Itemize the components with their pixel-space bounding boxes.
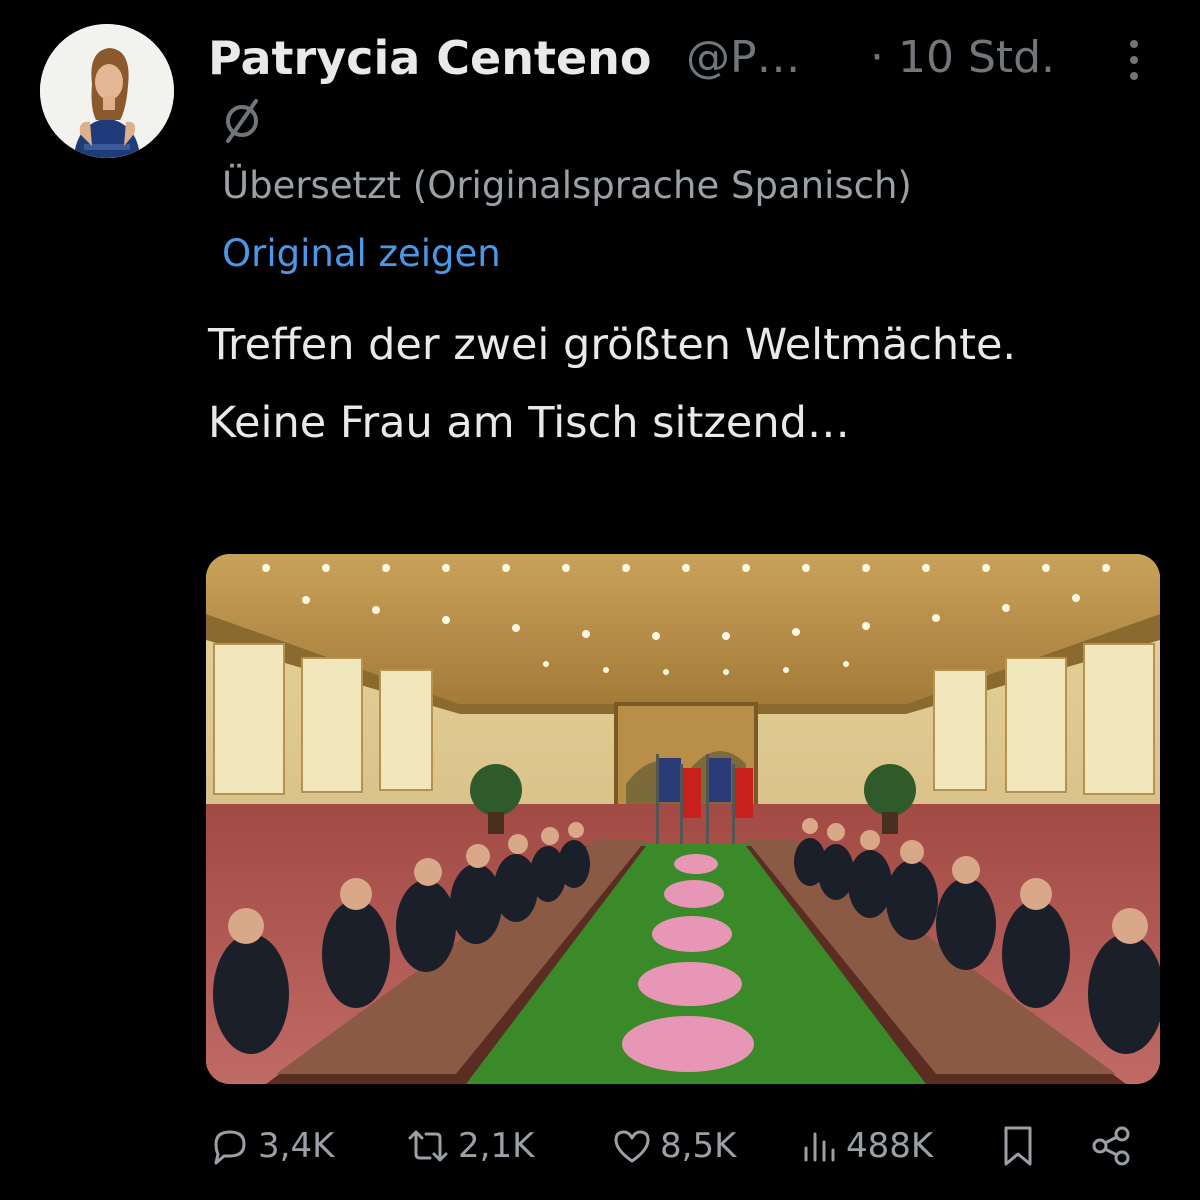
share-icon (1090, 1124, 1134, 1168)
share-button[interactable] (1090, 1116, 1134, 1176)
reply-icon (208, 1124, 252, 1168)
reply-count: 3,4K (258, 1126, 335, 1166)
author-name[interactable]: Patrycia Centeno (208, 28, 652, 88)
bookmark-icon (998, 1122, 1038, 1170)
reply-button[interactable]: 3,4K (208, 1116, 334, 1176)
author-avatar[interactable] (40, 24, 174, 158)
tweet-header: Patrycia Centeno @P… · 10 Std. (208, 28, 1168, 92)
author-handle[interactable]: @P… (686, 28, 801, 88)
tweet-text: Treffen der zwei größten Weltmächte. Kei… (208, 320, 1017, 448)
tweet-actions: 3,4K 2,1K 8,5K 488K (208, 1116, 1148, 1176)
bar-chart-icon (800, 1124, 840, 1168)
more-options-icon[interactable] (1122, 38, 1146, 82)
show-original-link[interactable]: Original zeigen (222, 228, 501, 280)
repost-icon (404, 1124, 452, 1168)
tweet-photo[interactable] (206, 554, 1160, 1084)
bookmark-button[interactable] (998, 1116, 1038, 1176)
empty-set-badge-icon (220, 94, 264, 156)
tweet-timestamp[interactable]: · 10 Std. (870, 28, 1055, 88)
meeting-room-photo (206, 554, 1160, 1084)
view-count: 488K (846, 1126, 934, 1166)
repost-count: 2,1K (458, 1126, 535, 1166)
heart-icon (610, 1124, 654, 1168)
repost-button[interactable]: 2,1K (404, 1116, 534, 1176)
like-button[interactable]: 8,5K (610, 1116, 736, 1176)
like-count: 8,5K (660, 1126, 737, 1166)
views-button[interactable]: 488K (800, 1116, 933, 1176)
translation-note: Übersetzt (Originalsprache Spanisch) (222, 164, 912, 207)
